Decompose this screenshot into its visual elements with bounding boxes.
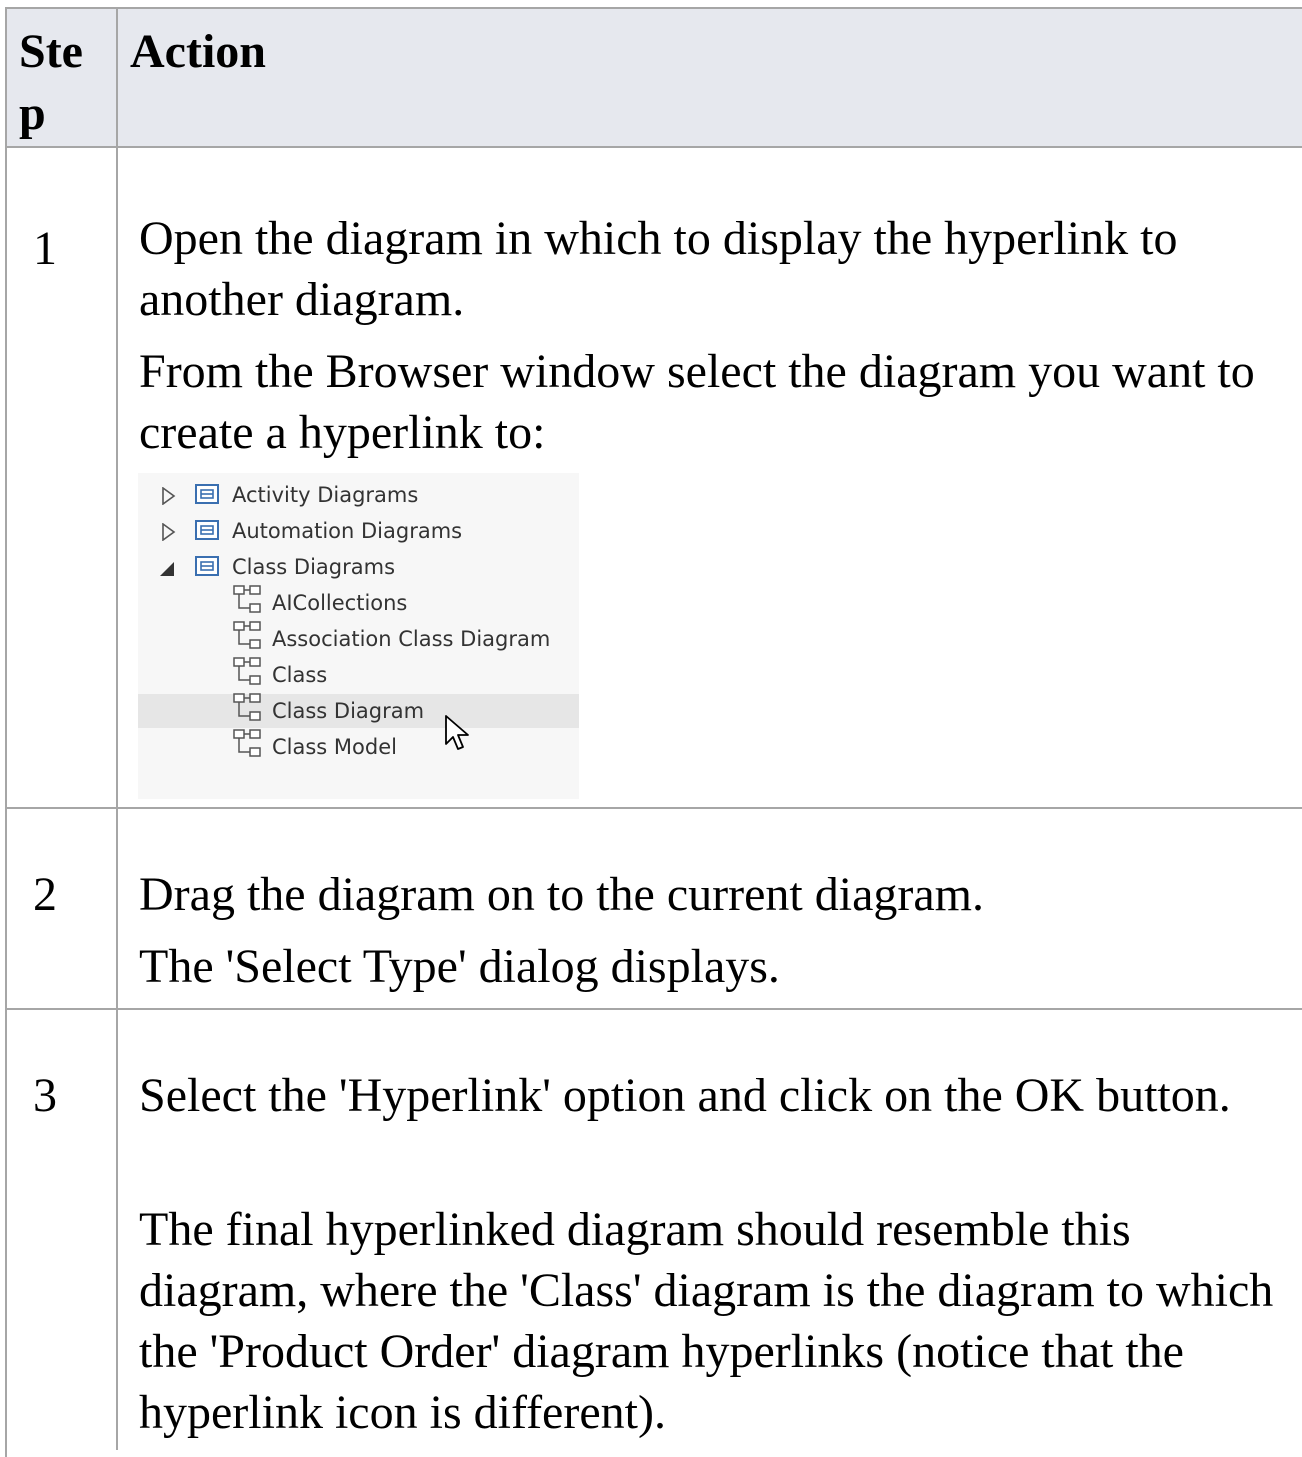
step-column-header: Ste p (19, 25, 83, 140)
collapse-arrow-icon[interactable] (158, 561, 176, 577)
browser-tree-screenshot: Activity Diagrams Automation Diagrams Cl… (138, 473, 579, 799)
step-text: The final hyperlinked diagram should res… (139, 1203, 1274, 1439)
package-icon (195, 484, 219, 504)
tree-item-class[interactable]: Class (272, 658, 327, 692)
expand-arrow-icon[interactable] (162, 523, 176, 541)
tree-item-automation-diagrams[interactable]: Automation Diagrams (232, 514, 462, 548)
expand-arrow-icon[interactable] (162, 487, 176, 505)
step-text: The 'Select Type' dialog displays. (139, 940, 780, 993)
class-diagram-icon (233, 693, 261, 721)
class-diagram-icon (233, 729, 261, 757)
step-text: Open the diagram in which to display the… (139, 212, 1178, 326)
tree-item-aicollections[interactable]: AICollections (272, 586, 407, 620)
package-icon (195, 520, 219, 540)
column-divider (116, 7, 118, 1450)
step-number: 2 (33, 868, 57, 921)
table-row: 2 Drag the diagram on to the current dia… (5, 809, 1302, 1010)
step-number: 1 (33, 222, 57, 275)
step-text: Drag the diagram on to the current diagr… (139, 868, 985, 921)
class-diagram-icon (233, 585, 261, 613)
table-row: 3 Select the 'Hyperlink' option and clic… (5, 1010, 1302, 1457)
tree-item-activity-diagrams[interactable]: Activity Diagrams (232, 478, 418, 512)
class-diagram-icon (233, 621, 261, 649)
table-header: Ste p Action (5, 7, 1302, 148)
action-column-header: Action (130, 25, 266, 78)
step-text: Select the 'Hyperlink' option and click … (139, 1069, 1231, 1122)
class-diagram-icon (233, 657, 261, 685)
tree-item-class-diagrams[interactable]: Class Diagrams (232, 550, 395, 584)
tree-item-class-model[interactable]: Class Model (272, 730, 397, 764)
step-text: From the Browser window select the diagr… (139, 345, 1255, 459)
step-number: 3 (33, 1069, 57, 1122)
tree-item-association-class-diagram[interactable]: Association Class Diagram (272, 622, 550, 656)
mouse-cursor-icon (445, 715, 469, 750)
package-icon (195, 556, 219, 576)
tree-item-class-diagram[interactable]: Class Diagram (272, 694, 424, 728)
